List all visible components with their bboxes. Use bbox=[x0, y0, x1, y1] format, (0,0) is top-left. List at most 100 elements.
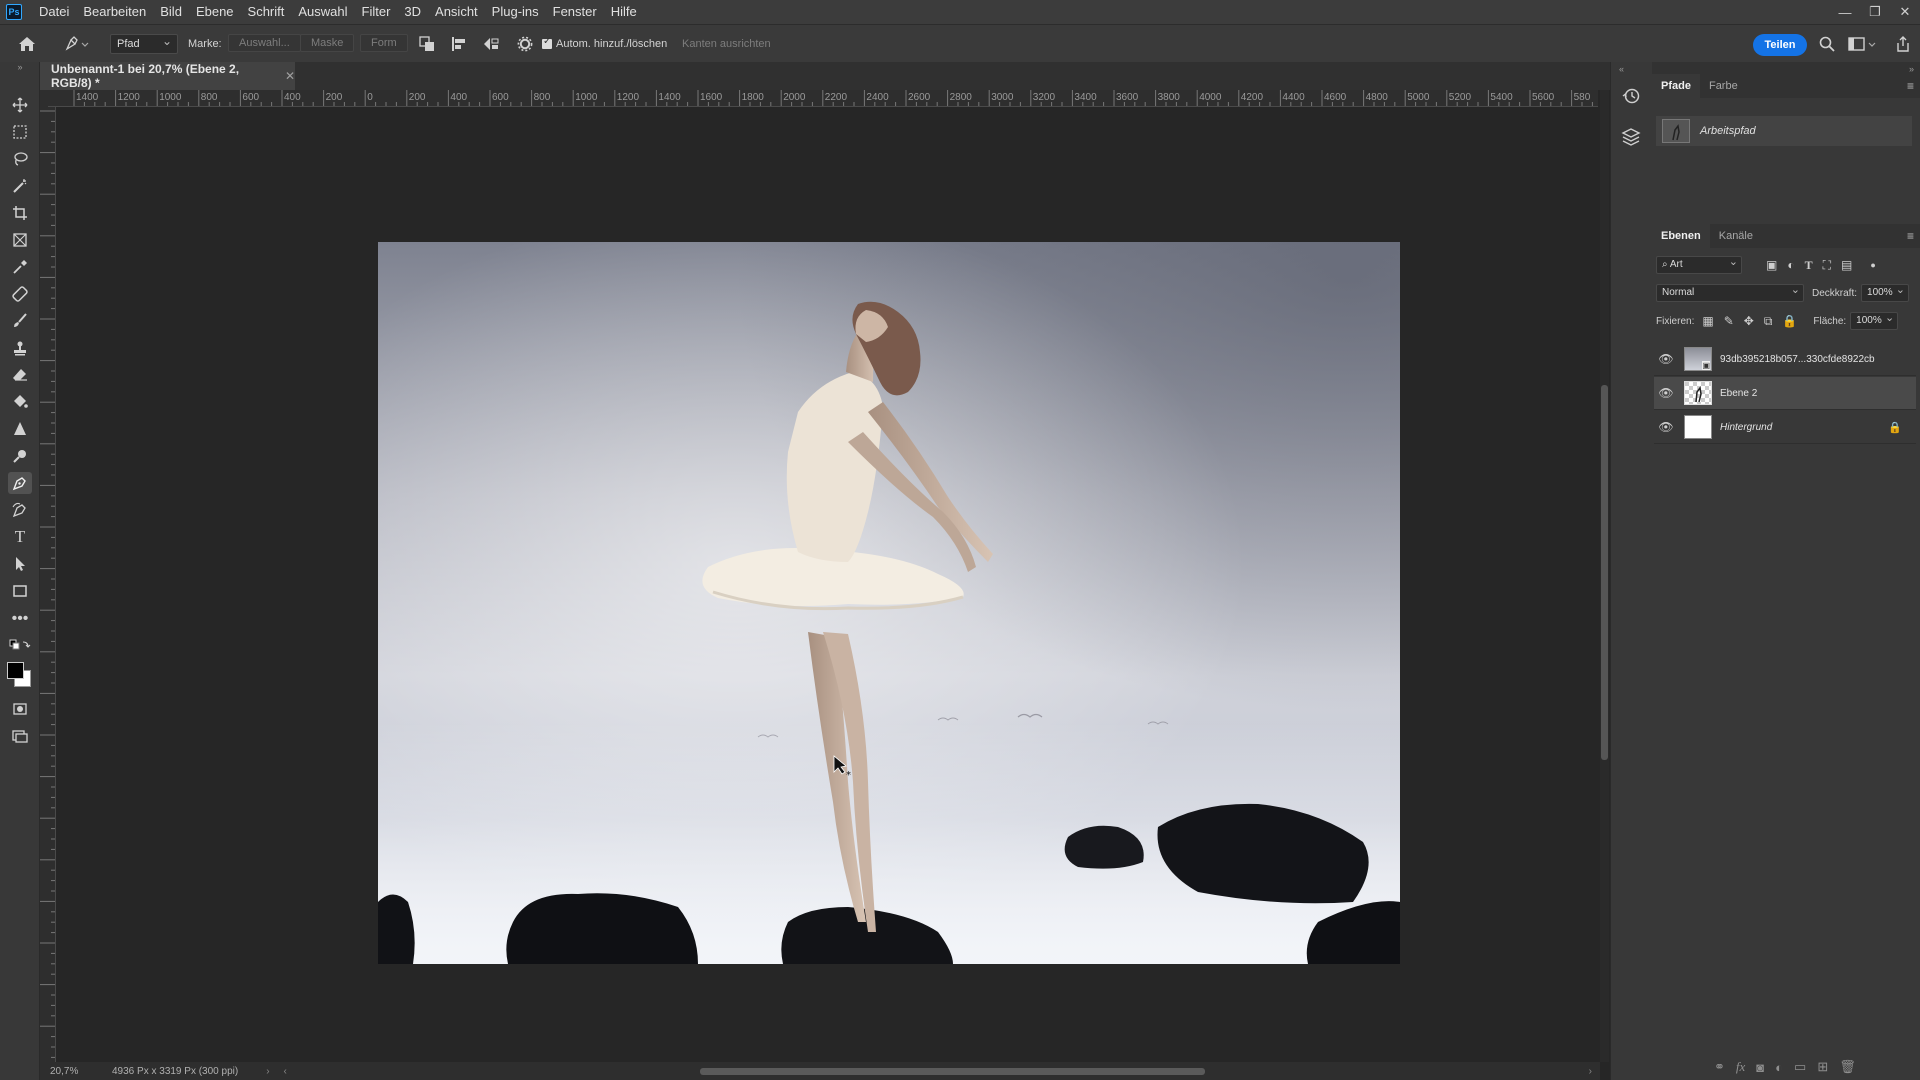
maske-button[interactable]: Maske bbox=[300, 34, 355, 52]
tab-farbe[interactable]: Farbe bbox=[1700, 74, 1747, 98]
auto-add-delete-checkbox[interactable] bbox=[542, 36, 552, 49]
frame-tool-icon[interactable] bbox=[8, 229, 32, 251]
more-tools-icon[interactable]: ••• bbox=[8, 608, 32, 630]
add-layer-mask-icon[interactable]: ◙ bbox=[1756, 1060, 1764, 1075]
menu-3d[interactable]: 3D bbox=[397, 0, 428, 24]
filter-adjustment-icon[interactable]: ◐ bbox=[1787, 258, 1794, 272]
auto-add-delete-option[interactable]: Autom. hinzuf./löschen bbox=[542, 36, 667, 50]
layer-row-ebene-2[interactable]: 👁 Ebene 2 bbox=[1654, 377, 1916, 410]
paths-panel-menu-icon[interactable]: ≡ bbox=[1907, 79, 1914, 93]
layers-panel-menu-icon[interactable]: ≡ bbox=[1907, 229, 1914, 243]
menu-ansicht[interactable]: Ansicht bbox=[428, 0, 485, 24]
workspace-icon[interactable] bbox=[1846, 34, 1880, 54]
blend-mode-select[interactable]: Normal bbox=[1656, 282, 1804, 302]
tab-pfade[interactable]: Pfade bbox=[1652, 74, 1700, 98]
align-edges-label[interactable]: Kanten ausrichten bbox=[682, 38, 771, 50]
layer-lock-icon[interactable]: 🔒 bbox=[1888, 421, 1902, 434]
new-group-icon[interactable]: ▭ bbox=[1794, 1059, 1806, 1075]
lasso-tool-icon[interactable] bbox=[8, 148, 32, 170]
search-icon[interactable] bbox=[1816, 34, 1838, 54]
menu-filter[interactable]: Filter bbox=[355, 0, 398, 24]
layers-dock-icon[interactable] bbox=[1621, 126, 1643, 148]
document-canvas-image[interactable]: * bbox=[378, 242, 1400, 964]
stamp-tool-icon[interactable] bbox=[8, 337, 32, 359]
menu-bearbeiten[interactable]: Bearbeiten bbox=[76, 0, 153, 24]
menu-bild[interactable]: Bild bbox=[153, 0, 189, 24]
vertical-scroll-thumb[interactable] bbox=[1601, 385, 1608, 760]
healing-brush-tool-icon[interactable] bbox=[8, 283, 32, 305]
screen-mode-icon[interactable] bbox=[8, 725, 32, 747]
menu-plug-ins[interactable]: Plug-ins bbox=[485, 0, 546, 24]
brush-tool-icon[interactable] bbox=[8, 310, 32, 332]
new-adjustment-layer-icon[interactable]: ◐ bbox=[1775, 1060, 1783, 1075]
link-layers-icon[interactable]: ⚭ bbox=[1714, 1059, 1725, 1075]
minimize-button[interactable]: — bbox=[1830, 0, 1860, 24]
type-tool-icon[interactable]: T bbox=[8, 526, 32, 548]
visibility-eye-icon[interactable]: 👁 bbox=[1654, 386, 1678, 400]
status-expand-icon[interactable]: › bbox=[266, 1066, 269, 1077]
share-export-icon[interactable] bbox=[1892, 34, 1914, 54]
path-selection-tool-icon[interactable] bbox=[8, 553, 32, 575]
menu-schrift[interactable]: Schrift bbox=[241, 0, 292, 24]
opacity-input[interactable]: 100% bbox=[1861, 282, 1910, 302]
menu-ebene[interactable]: Ebene bbox=[189, 0, 241, 24]
eraser-tool-icon[interactable] bbox=[8, 364, 32, 386]
crop-tool-icon[interactable] bbox=[8, 202, 32, 224]
magic-wand-tool-icon[interactable] bbox=[8, 175, 32, 197]
home-icon[interactable] bbox=[16, 33, 38, 55]
menu-auswahl[interactable]: Auswahl bbox=[291, 0, 354, 24]
new-layer-icon[interactable]: ⊞ bbox=[1817, 1059, 1828, 1075]
vertical-scrollbar[interactable] bbox=[1600, 90, 1609, 1062]
scroll-right-icon[interactable]: › bbox=[1589, 1066, 1592, 1077]
path-operations-icon[interactable] bbox=[416, 34, 438, 54]
lock-position-icon[interactable]: ✥ bbox=[1744, 314, 1754, 328]
horizontal-ruler[interactable]: 1400 1200 1000 800 600 400 200 0 200 400 600 800 100… bbox=[48, 90, 1598, 107]
path-item[interactable]: Arbeitspfad bbox=[1656, 116, 1912, 146]
close-window-button[interactable]: ✕ bbox=[1890, 0, 1920, 24]
panel-collapse-icon[interactable]: » bbox=[1909, 64, 1914, 74]
tab-kanaele[interactable]: Kanäle bbox=[1710, 224, 1762, 248]
delete-layer-icon[interactable]: 🗑 bbox=[1839, 1059, 1856, 1075]
lock-transparent-icon[interactable]: ▦ bbox=[1702, 314, 1713, 328]
paint-bucket-tool-icon[interactable] bbox=[8, 391, 32, 413]
fill-input[interactable]: 100% bbox=[1850, 310, 1899, 330]
settings-gear-icon[interactable] bbox=[514, 34, 536, 54]
default-colors-icon[interactable] bbox=[8, 638, 32, 652]
toolbar-collapse-icon[interactable]: » bbox=[8, 62, 32, 72]
filter-shape-icon[interactable]: ⛶ bbox=[1823, 258, 1831, 273]
document-tab[interactable]: Unbenannt-1 bei 20,7% (Ebene 2, RGB/8) *… bbox=[40, 62, 295, 90]
horizontal-scroll-thumb[interactable] bbox=[700, 1068, 1205, 1075]
pen-tool-icon[interactable] bbox=[8, 472, 32, 494]
restore-button[interactable]: ❐ bbox=[1860, 0, 1890, 24]
layer-row-hintergrund[interactable]: 👁 Hintergrund 🔒 bbox=[1654, 411, 1916, 444]
filter-pixel-icon[interactable]: ▣ bbox=[1766, 258, 1777, 272]
form-button[interactable]: Form bbox=[360, 34, 408, 52]
scroll-left-icon[interactable]: ‹ bbox=[284, 1066, 287, 1077]
pen-tool-preset-icon[interactable] bbox=[62, 33, 92, 55]
layer-style-fx-icon[interactable]: fx bbox=[1736, 1059, 1745, 1075]
dock-collapse-icon[interactable]: « bbox=[1619, 64, 1624, 74]
eyedropper-tool-icon[interactable] bbox=[8, 256, 32, 278]
sharpen-tool-icon[interactable] bbox=[8, 418, 32, 440]
lock-image-icon[interactable]: ✎ bbox=[1724, 314, 1734, 328]
menu-datei[interactable]: Datei bbox=[32, 0, 76, 24]
history-panel-icon[interactable] bbox=[1621, 86, 1643, 108]
canvas-area[interactable]: * bbox=[56, 107, 1599, 1062]
filter-type-icon[interactable]: T bbox=[1805, 258, 1813, 273]
curvature-pen-tool-icon[interactable] bbox=[8, 499, 32, 521]
rectangle-tool-icon[interactable] bbox=[8, 580, 32, 602]
lock-artboard-icon[interactable]: ⧉ bbox=[1764, 314, 1773, 329]
close-document-icon[interactable]: ✕ bbox=[285, 69, 295, 83]
color-swatches[interactable] bbox=[6, 660, 34, 690]
filter-smartobject-icon[interactable]: ▤ bbox=[1841, 258, 1852, 272]
vertical-ruler[interactable] bbox=[40, 107, 56, 1062]
marquee-tool-icon[interactable] bbox=[8, 121, 32, 143]
auswahl-button[interactable]: Auswahl... bbox=[228, 34, 301, 52]
layer-filter-select[interactable]: ⌕ Art bbox=[1656, 254, 1742, 274]
menu-fenster[interactable]: Fenster bbox=[546, 0, 604, 24]
tool-mode-select[interactable]: Pfad bbox=[110, 32, 178, 54]
layer-row-smart-object[interactable]: 👁 ▣ 93db395218b057...330cfde8922cb bbox=[1654, 343, 1916, 376]
tab-ebenen[interactable]: Ebenen bbox=[1652, 224, 1710, 248]
visibility-eye-icon[interactable]: 👁 bbox=[1654, 352, 1678, 366]
foreground-color-swatch[interactable] bbox=[7, 662, 24, 679]
